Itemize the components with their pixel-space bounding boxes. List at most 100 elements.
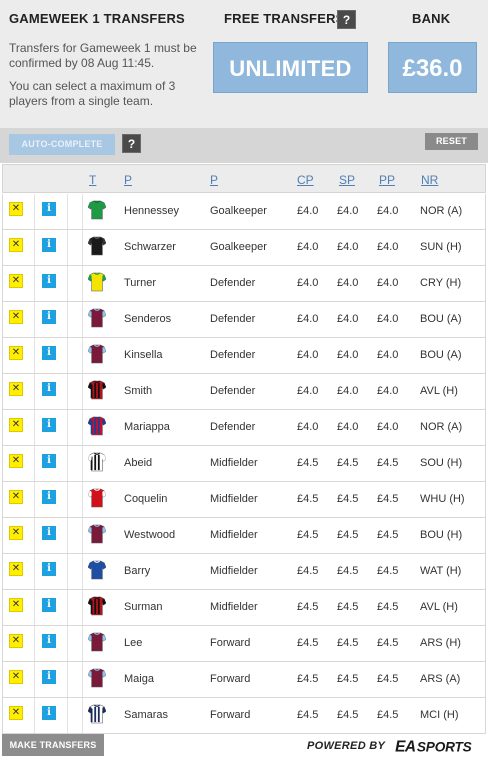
selling-price: £4.5 bbox=[337, 565, 359, 577]
column-header-player[interactable]: P bbox=[124, 173, 132, 187]
player-name[interactable]: Lee bbox=[124, 637, 142, 649]
column-divider bbox=[67, 554, 68, 589]
player-name[interactable]: Hennessey bbox=[124, 205, 179, 217]
auto-complete-help-button[interactable]: ? bbox=[122, 134, 141, 153]
next-fixture: SUN (H) bbox=[420, 241, 462, 253]
column-divider bbox=[82, 518, 83, 553]
column-divider bbox=[67, 626, 68, 661]
player-name[interactable]: Maiga bbox=[124, 673, 154, 685]
player-info-button[interactable]: i bbox=[42, 706, 56, 720]
remove-player-button[interactable]: ✕ bbox=[9, 238, 23, 252]
column-header-selling-price[interactable]: SP bbox=[339, 173, 355, 187]
player-position: Defender bbox=[210, 421, 256, 433]
column-divider bbox=[82, 446, 83, 481]
remove-player-button[interactable]: ✕ bbox=[9, 310, 23, 324]
player-info-button[interactable]: i bbox=[42, 490, 56, 504]
remove-player-button[interactable]: ✕ bbox=[9, 346, 23, 360]
column-divider bbox=[67, 302, 68, 337]
column-divider bbox=[34, 590, 35, 625]
player-position: Midfielder bbox=[210, 457, 258, 469]
footer: MAKE TRANSFERS POWERED BY EA SPORTS bbox=[0, 734, 488, 760]
player-name[interactable]: Mariappa bbox=[124, 421, 170, 433]
remove-player-button[interactable]: ✕ bbox=[9, 490, 23, 504]
player-name[interactable]: Schwarzer bbox=[124, 241, 176, 253]
player-info-button[interactable]: i bbox=[42, 274, 56, 288]
player-info-button[interactable]: i bbox=[42, 562, 56, 576]
auto-complete-button[interactable]: AUTO-COMPLETE bbox=[9, 134, 115, 155]
column-divider bbox=[34, 194, 35, 229]
free-transfers-help-button[interactable]: ? bbox=[337, 10, 356, 29]
remove-player-button[interactable]: ✕ bbox=[9, 598, 23, 612]
current-price: £4.5 bbox=[297, 457, 319, 469]
player-name[interactable]: Senderos bbox=[124, 313, 171, 325]
remove-player-button[interactable]: ✕ bbox=[9, 202, 23, 216]
remove-player-button[interactable]: ✕ bbox=[9, 454, 23, 468]
column-divider bbox=[67, 266, 68, 301]
current-price: £4.0 bbox=[297, 385, 319, 397]
player-name[interactable]: Westwood bbox=[124, 529, 175, 541]
column-divider bbox=[82, 374, 83, 409]
remove-player-button[interactable]: ✕ bbox=[9, 526, 23, 540]
player-info-button[interactable]: i bbox=[42, 634, 56, 648]
player-info-button[interactable]: i bbox=[42, 382, 56, 396]
current-price: £4.0 bbox=[297, 277, 319, 289]
column-header-purchase-price[interactable]: PP bbox=[379, 173, 395, 187]
column-header-current-price[interactable]: CP bbox=[297, 173, 314, 187]
player-info-button[interactable]: i bbox=[42, 526, 56, 540]
player-name[interactable]: Samaras bbox=[124, 709, 168, 721]
team-shirt-icon bbox=[87, 667, 107, 689]
remove-player-button[interactable]: ✕ bbox=[9, 382, 23, 396]
purchase-price: £4.0 bbox=[377, 205, 399, 217]
next-fixture: AVL (H) bbox=[420, 385, 458, 397]
column-divider bbox=[67, 698, 68, 733]
remove-player-button[interactable]: ✕ bbox=[9, 634, 23, 648]
table-row: ✕ i Westwood Midfielder £4.5 £4.5 £4.5 B… bbox=[2, 518, 486, 554]
player-name[interactable]: Surman bbox=[124, 601, 163, 613]
table-row: ✕ i Abeid Midfielder £4.5 £4.5 £4.5 SOU … bbox=[2, 446, 486, 482]
current-price: £4.0 bbox=[297, 421, 319, 433]
bank-value: £36.0 bbox=[388, 42, 477, 93]
selling-price: £4.0 bbox=[337, 277, 359, 289]
player-info-button[interactable]: i bbox=[42, 598, 56, 612]
player-info-button[interactable]: i bbox=[42, 202, 56, 216]
player-info-button[interactable]: i bbox=[42, 310, 56, 324]
remove-player-button[interactable]: ✕ bbox=[9, 562, 23, 576]
make-transfers-button[interactable]: MAKE TRANSFERS bbox=[2, 734, 104, 756]
column-divider bbox=[34, 374, 35, 409]
next-fixture: BOU (H) bbox=[420, 529, 463, 541]
team-limit-text: You can select a maximum of 3 players fr… bbox=[9, 79, 176, 108]
player-name[interactable]: Kinsella bbox=[124, 349, 163, 361]
team-shirt-icon bbox=[87, 415, 107, 437]
column-header-next-fixture[interactable]: NR bbox=[421, 173, 438, 187]
next-fixture: BOU (A) bbox=[420, 349, 462, 361]
player-name[interactable]: Coquelin bbox=[124, 493, 167, 505]
column-divider bbox=[82, 590, 83, 625]
remove-player-button[interactable]: ✕ bbox=[9, 274, 23, 288]
column-divider bbox=[82, 482, 83, 517]
reset-button[interactable]: RESET bbox=[425, 133, 478, 150]
purchase-price: £4.0 bbox=[377, 313, 399, 325]
player-info-button[interactable]: i bbox=[42, 454, 56, 468]
player-info-button[interactable]: i bbox=[42, 670, 56, 684]
player-name[interactable]: Turner bbox=[124, 277, 156, 289]
column-header-position[interactable]: P bbox=[210, 173, 218, 187]
player-info-button[interactable]: i bbox=[42, 346, 56, 360]
player-info-button[interactable]: i bbox=[42, 238, 56, 252]
team-shirt-icon bbox=[87, 199, 107, 221]
player-name[interactable]: Barry bbox=[124, 565, 150, 577]
player-name[interactable]: Smith bbox=[124, 385, 152, 397]
column-divider bbox=[82, 302, 83, 337]
current-price: £4.5 bbox=[297, 637, 319, 649]
svg-text:SPORTS: SPORTS bbox=[417, 739, 472, 754]
remove-player-button[interactable]: ✕ bbox=[9, 418, 23, 432]
player-info-button[interactable]: i bbox=[42, 418, 56, 432]
remove-player-button[interactable]: ✕ bbox=[9, 670, 23, 684]
column-header-team[interactable]: T bbox=[89, 173, 96, 187]
ea-sports-logo: EA SPORTS bbox=[395, 738, 472, 755]
transfer-instructions: Transfers for Gameweek 1 must be confirm… bbox=[9, 41, 209, 117]
player-name[interactable]: Abeid bbox=[124, 457, 152, 469]
column-divider bbox=[82, 626, 83, 661]
current-price: £4.0 bbox=[297, 349, 319, 361]
table-row: ✕ i Barry Midfielder £4.5 £4.5 £4.5 WAT … bbox=[2, 554, 486, 590]
remove-player-button[interactable]: ✕ bbox=[9, 706, 23, 720]
